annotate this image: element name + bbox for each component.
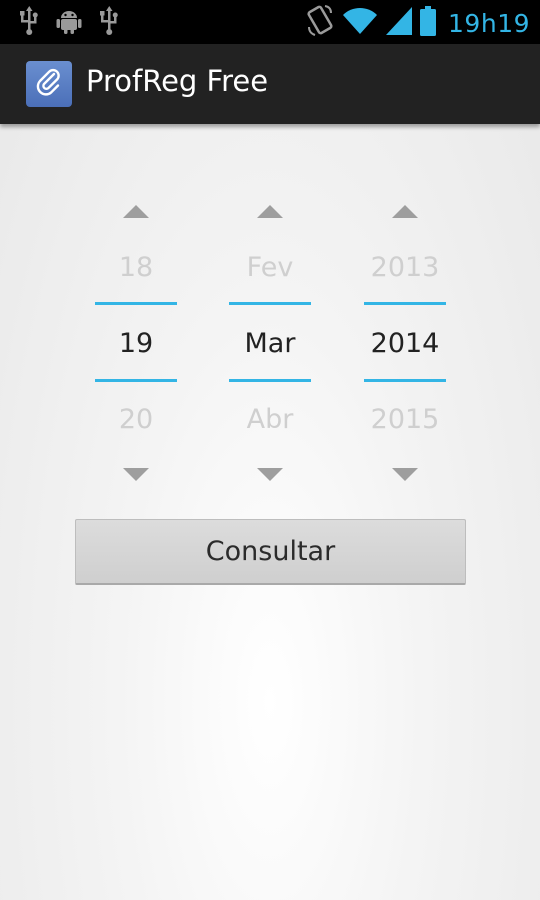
app-icon[interactable] <box>26 61 72 107</box>
android-debug-icon <box>54 6 84 36</box>
action-bar: ProfReg Free <box>0 44 540 124</box>
year-prev-value[interactable]: 2013 <box>364 252 446 283</box>
notification-icons <box>18 6 120 36</box>
day-decrement-arrow-icon[interactable] <box>123 468 149 481</box>
day-divider-top <box>95 302 177 305</box>
consult-button[interactable]: Consultar <box>75 519 466 585</box>
paperclip-icon <box>34 67 64 101</box>
month-current-value[interactable]: Mar <box>229 328 311 359</box>
status-clock: 19h19 <box>448 8 530 38</box>
year-decrement-arrow-icon[interactable] <box>392 468 418 481</box>
year-current-value[interactable]: 2014 <box>364 328 446 359</box>
year-picker[interactable]: 2013 2014 2015 <box>364 190 446 495</box>
auto-rotate-icon <box>306 5 334 41</box>
month-divider-top <box>229 302 311 305</box>
usb-icon <box>98 6 120 36</box>
battery-icon <box>420 6 437 40</box>
day-prev-value[interactable]: 18 <box>95 252 177 283</box>
month-decrement-arrow-icon[interactable] <box>257 468 283 481</box>
month-increment-arrow-icon[interactable] <box>257 205 283 218</box>
usb-icon <box>18 6 40 36</box>
day-current-value[interactable]: 19 <box>95 328 177 359</box>
day-next-value[interactable]: 20 <box>95 404 177 435</box>
day-picker[interactable]: 18 19 20 <box>95 190 177 495</box>
year-divider-top <box>364 302 446 305</box>
app-title: ProfReg Free <box>86 64 269 98</box>
system-indicators: 19h19 <box>306 5 530 41</box>
day-increment-arrow-icon[interactable] <box>123 205 149 218</box>
day-divider-bottom <box>95 379 177 382</box>
month-next-value[interactable]: Abr <box>229 404 311 435</box>
status-bar: 19h19 <box>0 0 540 44</box>
year-divider-bottom <box>364 379 446 382</box>
month-prev-value[interactable]: Fev <box>229 252 311 283</box>
signal-icon <box>386 7 413 39</box>
year-next-value[interactable]: 2015 <box>364 404 446 435</box>
year-increment-arrow-icon[interactable] <box>392 205 418 218</box>
month-divider-bottom <box>229 379 311 382</box>
wifi-icon <box>342 7 378 39</box>
month-picker[interactable]: Fev Mar Abr <box>229 190 311 495</box>
